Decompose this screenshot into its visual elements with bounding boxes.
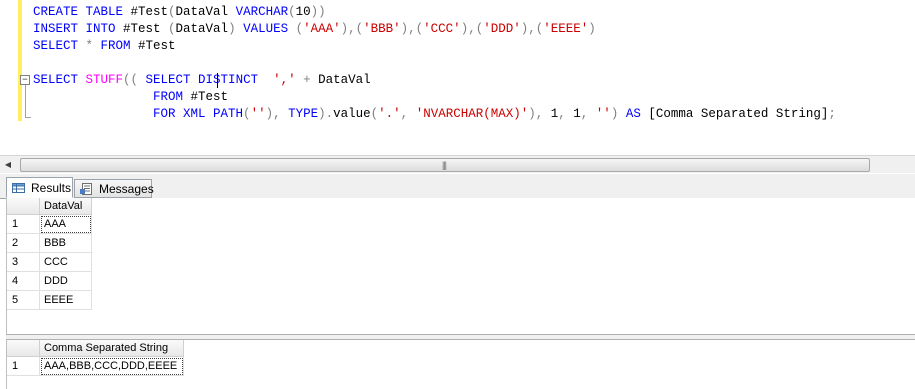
row-number[interactable]: 3 xyxy=(7,253,40,272)
results-tabstrip: Results Messages xyxy=(0,174,915,199)
text-caret xyxy=(217,73,218,88)
code-line[interactable]: CREATE TABLE #Test(DataVal VARCHAR(10)) xyxy=(33,4,326,21)
code-token: )) xyxy=(310,5,326,19)
tab-results-label: Results xyxy=(31,181,72,195)
table-cell[interactable]: DDD xyxy=(40,272,92,291)
code-token: ( xyxy=(243,107,251,121)
code-token: , xyxy=(580,107,596,121)
grid-corner[interactable] xyxy=(7,340,40,357)
code-token: ( xyxy=(168,5,176,19)
code-token: CREATE TABLE xyxy=(33,5,124,19)
code-token: 'DDD' xyxy=(483,22,521,36)
messages-icon xyxy=(80,183,92,195)
table-cell[interactable]: AAA,BBB,CCC,DDD,EEEE xyxy=(40,357,184,376)
scrollbar-grip-icon: ||| xyxy=(442,160,447,170)
code-token: + xyxy=(295,73,319,87)
code-token: AS xyxy=(618,107,649,121)
code-token: SELECT xyxy=(33,73,79,87)
code-token: ( xyxy=(168,22,176,36)
scrollbar-thumb[interactable]: ||| xyxy=(20,158,870,172)
code-line[interactable]: INSERT INTO #Test (DataVal) VALUES ('AAA… xyxy=(33,21,596,38)
code-token: ) xyxy=(588,22,596,36)
results-grid-1[interactable]: DataVal 1 AAA 2 BBB 3 CCC 4 DDD 5 EEEE xyxy=(6,198,915,336)
code-token: ( xyxy=(295,22,304,36)
code-token: FROM xyxy=(100,39,131,53)
collapse-outline-icon[interactable]: − xyxy=(20,75,30,85)
row-number[interactable]: 5 xyxy=(7,291,40,310)
outline-guide xyxy=(25,85,26,117)
scroll-left-arrow-icon[interactable]: ◀ xyxy=(3,158,13,171)
change-tracking-bar xyxy=(18,0,22,121)
code-token: SELECT xyxy=(33,39,79,53)
sql-editor[interactable]: − CREATE TABLE #Test(DataVal VARCHAR(10)… xyxy=(0,0,915,156)
code-token: #Test xyxy=(115,22,169,36)
code-token: 'BBB' xyxy=(363,22,401,36)
code-token: VALUES xyxy=(235,22,296,36)
code-token: ), xyxy=(265,107,281,121)
column-header-comma-separated-string[interactable]: Comma Separated String xyxy=(40,340,184,357)
table-cell[interactable]: BBB xyxy=(40,234,92,253)
code-token: '.' xyxy=(378,107,401,121)
table-cell[interactable]: CCC xyxy=(40,253,92,272)
code-token: DataVal xyxy=(175,22,229,36)
code-line[interactable]: SELECT * FROM #Test xyxy=(33,38,176,55)
tab-results[interactable]: Results xyxy=(6,177,73,198)
code-token: ',' xyxy=(273,73,296,87)
results-grid-2[interactable]: Comma Separated String 1 AAA,BBB,CCC,DDD,… xyxy=(6,340,915,389)
code-token: FROM xyxy=(33,90,184,104)
grid-corner[interactable] xyxy=(7,198,40,215)
code-token: [Comma Separated String] xyxy=(648,107,829,121)
grid-icon xyxy=(12,183,25,193)
code-token: ),( xyxy=(340,22,364,36)
code-token: ),( xyxy=(520,22,544,36)
code-token: DataVal xyxy=(318,73,371,87)
outline-guide-end xyxy=(25,117,31,118)
code-token: SELECT DISTINCT xyxy=(138,73,274,87)
code-token: ). xyxy=(318,107,334,121)
code-token: TYPE xyxy=(280,107,319,121)
row-number[interactable]: 2 xyxy=(7,234,40,253)
code-token: * xyxy=(78,39,101,53)
code-token: ), xyxy=(528,107,551,121)
column-header-dataval[interactable]: DataVal xyxy=(40,198,92,215)
table-cell[interactable]: EEEE xyxy=(40,291,92,310)
code-token: #Test xyxy=(123,5,169,19)
code-token: FOR XML PATH xyxy=(33,107,244,121)
code-line[interactable]: SELECT STUFF(( SELECT DISTINCT ',' + Dat… xyxy=(33,72,371,89)
code-token: (( xyxy=(123,73,139,87)
code-line[interactable]: FOR XML PATH(''), TYPE).value('.', 'NVAR… xyxy=(33,106,836,123)
row-number[interactable]: 1 xyxy=(7,215,40,234)
code-token: ; xyxy=(828,107,836,121)
code-token: 10 xyxy=(295,5,311,19)
code-token: 1 xyxy=(573,107,581,121)
code-token: STUFF xyxy=(78,73,124,87)
table-cell[interactable]: AAA xyxy=(40,215,92,234)
code-token: #Test xyxy=(130,39,176,53)
code-token: DataVal xyxy=(175,5,236,19)
code-token: ),( xyxy=(460,22,484,36)
code-token: '' xyxy=(595,107,611,121)
code-token: , xyxy=(558,107,574,121)
code-token: ( xyxy=(288,5,296,19)
tab-messages[interactable]: Messages xyxy=(74,179,154,198)
row-number[interactable]: 1 xyxy=(7,357,40,376)
tab-messages-label: Messages xyxy=(99,182,154,196)
code-token: ) xyxy=(228,22,236,36)
editor-horizontal-scrollbar[interactable]: ◀ ||| xyxy=(0,155,915,173)
row-number[interactable]: 4 xyxy=(7,272,40,291)
code-token: ),( xyxy=(400,22,424,36)
code-token: VARCHAR xyxy=(235,5,289,19)
code-token: 'NVARCHAR(MAX)' xyxy=(415,107,529,121)
code-line[interactable]: FROM #Test xyxy=(33,89,228,106)
code-token: #Test xyxy=(183,90,229,104)
code-token: 'EEEE' xyxy=(543,22,589,36)
code-token: INSERT INTO xyxy=(33,22,116,36)
code-token: , xyxy=(400,107,416,121)
code-token: value xyxy=(333,107,371,121)
code-token: '' xyxy=(250,107,266,121)
code-token: 'CCC' xyxy=(423,22,461,36)
code-token: 'AAA' xyxy=(303,22,341,36)
